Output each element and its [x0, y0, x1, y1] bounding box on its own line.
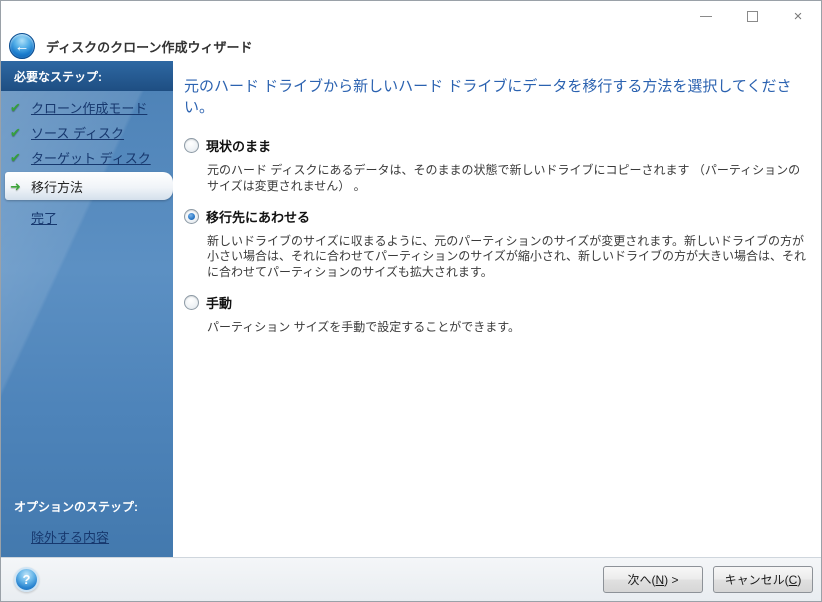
cancel-button-label: キャンセル(C): [724, 573, 802, 587]
sidebar-item-target-disk[interactable]: ✔ ターゲット ディスク: [1, 145, 173, 170]
back-button[interactable]: ←: [9, 33, 35, 59]
check-icon: ✔: [10, 125, 21, 140]
radio-icon[interactable]: [184, 138, 199, 153]
radio-icon[interactable]: [184, 208, 199, 224]
radio-label[interactable]: 手動: [206, 293, 232, 312]
minimize-icon: [700, 15, 712, 17]
back-arrow-icon: ←: [14, 37, 30, 55]
sidebar-item-label[interactable]: ターゲット ディスク: [31, 148, 151, 167]
wizard-header: ← ディスクのクローン作成ウィザード: [1, 31, 821, 61]
sidebar-item-clone-mode[interactable]: ✔ クローン作成モード: [1, 95, 173, 120]
main-content: 元のハード ドライブから新しいハード ドライブにデータを移行する方法を選択してく…: [173, 61, 821, 557]
option-description: 新しいドライブのサイズに収まるように、元のパーティションのサイズが変更されます。…: [207, 233, 807, 280]
radio-fit-to-destination[interactable]: 移行先にあわせる: [184, 207, 809, 226]
page-title: ディスクのクローン作成ウィザード: [46, 39, 253, 55]
close-button[interactable]: ×: [775, 1, 821, 31]
option-description: 元のハード ディスクにあるデータは、そのままの状態で新しいドライブにコピーされま…: [207, 163, 801, 193]
optional-steps-section: オプションのステップ: 除外する内容: [1, 498, 173, 547]
radio-dot: [188, 212, 195, 220]
next-button-label: 次へ(N) >: [627, 573, 679, 587]
radio-label[interactable]: 移行先にあわせる: [206, 207, 310, 226]
check-icon: ✔: [10, 150, 21, 165]
maximize-icon: [746, 10, 758, 22]
option-manual: 手動 パーティション サイズを手動で設定することができます。: [184, 293, 809, 336]
radio-manual[interactable]: 手動: [184, 293, 809, 312]
steps-list: ✔ クローン作成モード ✔ ソース ディスク ✔ ターゲット ディスク ➜ 移行…: [1, 91, 173, 230]
footer-bar: ? 次へ(N) > キャンセル(C): [1, 557, 821, 601]
footer-buttons: 次へ(N) > キャンセル(C): [603, 566, 813, 593]
cancel-button[interactable]: キャンセル(C): [713, 566, 813, 593]
page-instruction: 元のハード ドライブから新しいハード ドライブにデータを移行する方法を選択してく…: [184, 78, 792, 116]
sidebar-item-finish[interactable]: 完了: [1, 205, 173, 230]
help-icon: ?: [22, 572, 31, 587]
sidebar-item-label[interactable]: 除外する内容: [31, 530, 109, 545]
window-controls: ×: [683, 1, 821, 31]
required-steps-header: 必要なステップ:: [1, 61, 173, 91]
option-description: パーティション サイズを手動で設定することができます。: [207, 320, 521, 335]
optional-steps-header: オプションのステップ:: [14, 500, 138, 514]
title-bar: ×: [1, 1, 821, 31]
current-step-arrow-icon: ➜: [10, 178, 21, 194]
sidebar-item-label[interactable]: ソース ディスク: [31, 123, 124, 142]
check-icon: ✔: [10, 100, 21, 115]
maximize-button[interactable]: [729, 1, 775, 31]
sidebar-item-label[interactable]: クローン作成モード: [31, 98, 147, 117]
radio-icon[interactable]: [184, 295, 199, 311]
radio-label[interactable]: 現状のまま: [206, 136, 271, 155]
wizard-window: × ← ディスクのクローン作成ウィザード 必要なステップ: ✔ クローン作成モー…: [0, 0, 822, 602]
sidebar-item-migration-method[interactable]: ➜ 移行方法: [5, 172, 173, 200]
steps-sidebar: 必要なステップ: ✔ クローン作成モード ✔ ソース ディスク ✔ ターゲット …: [1, 61, 173, 557]
radio-as-is[interactable]: 現状のまま: [184, 136, 809, 155]
next-button[interactable]: 次へ(N) >: [603, 566, 703, 593]
sidebar-item-source-disk[interactable]: ✔ ソース ディスク: [1, 120, 173, 145]
option-fit-to-destination: 移行先にあわせる 新しいドライブのサイズに収まるように、元のパーティションのサイ…: [184, 207, 809, 281]
help-button[interactable]: ?: [14, 567, 39, 592]
sidebar-item-exclusions[interactable]: 除外する内容: [1, 527, 173, 547]
sidebar-item-label: 移行方法: [31, 179, 84, 195]
sidebar-item-label[interactable]: 完了: [31, 208, 57, 227]
minimize-button[interactable]: [683, 1, 729, 31]
option-as-is: 現状のまま 元のハード ディスクにあるデータは、そのままの状態で新しいドライブに…: [184, 136, 809, 195]
close-icon: ×: [793, 7, 803, 25]
